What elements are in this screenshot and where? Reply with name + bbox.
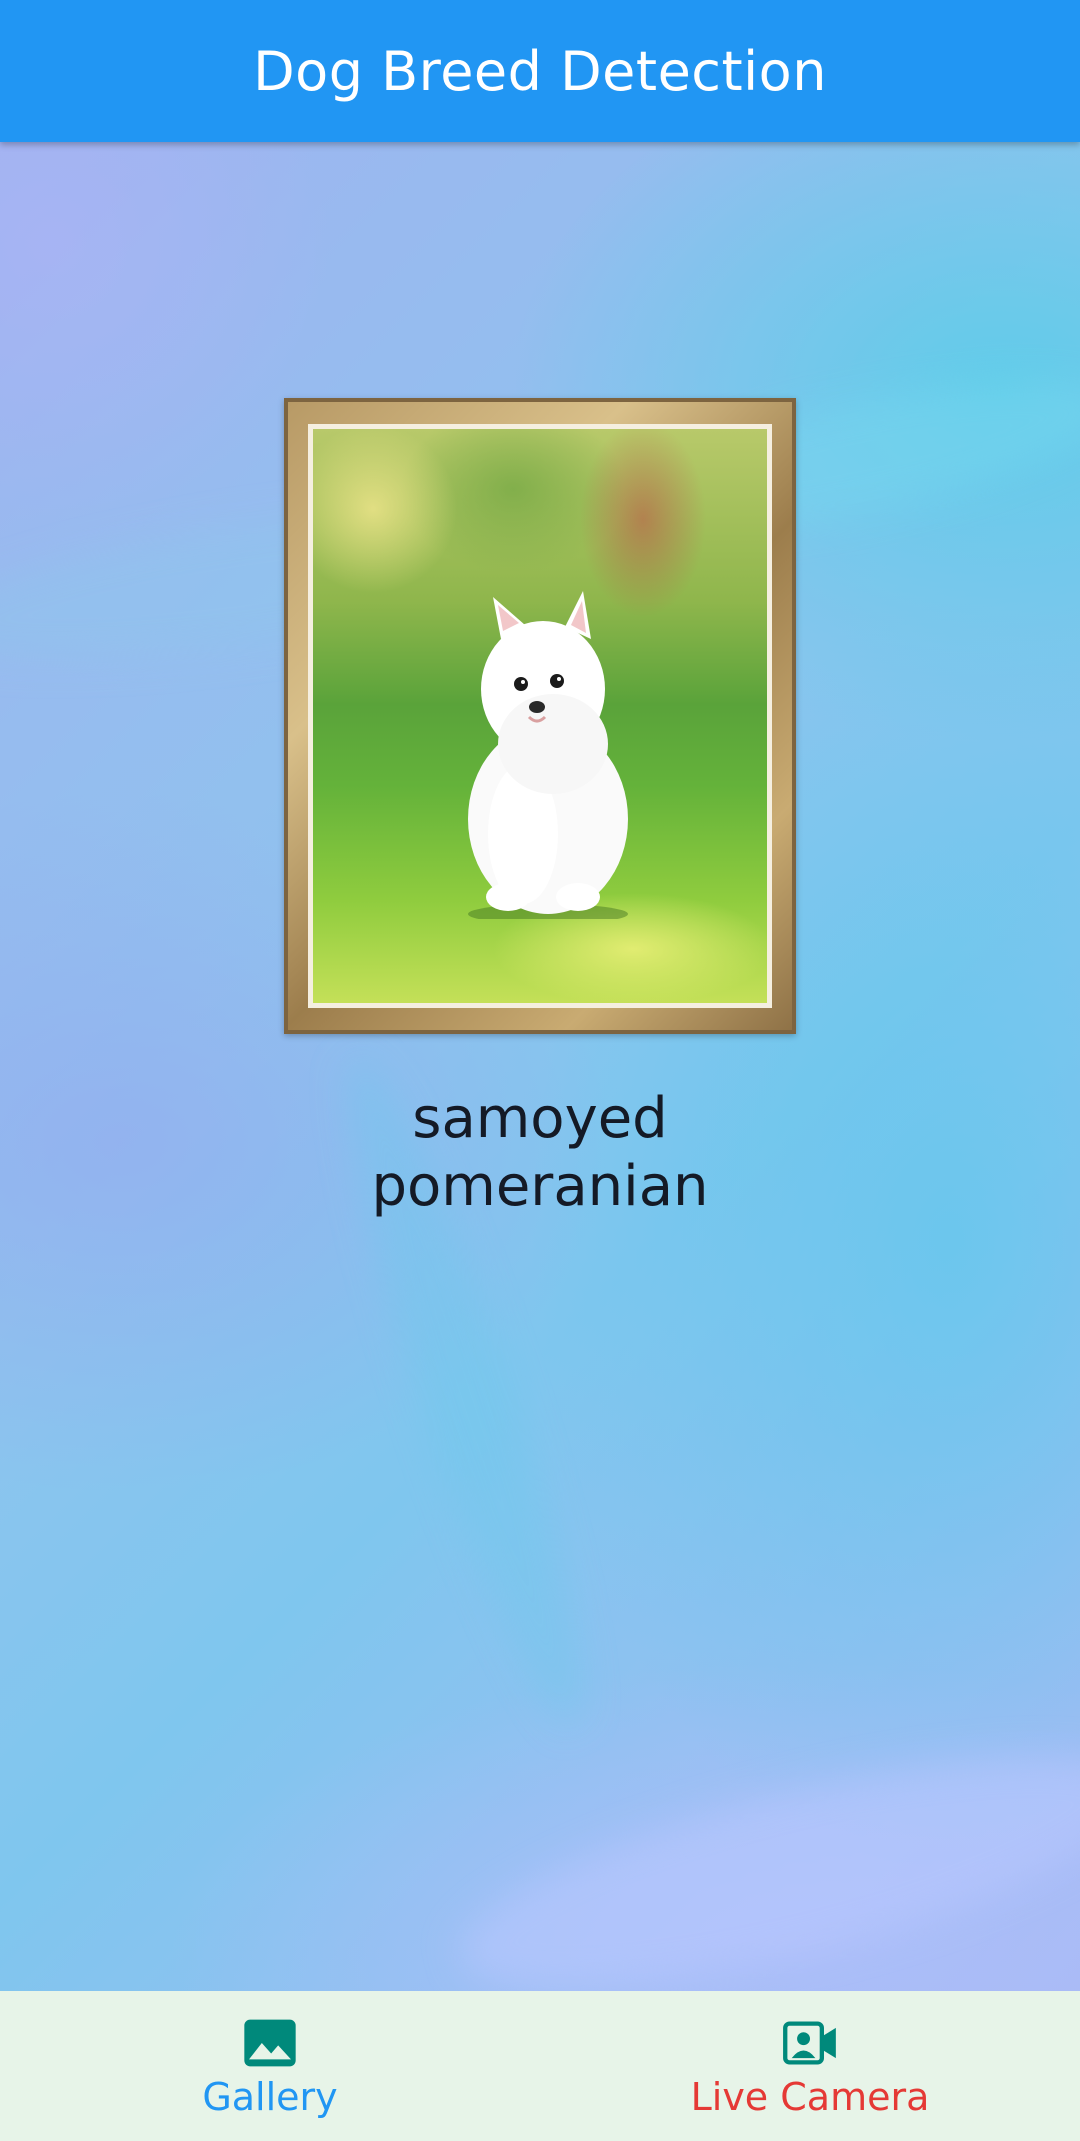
app-bar: Dog Breed Detection: [0, 0, 1080, 142]
bottom-navigation: Gallery Live Camera: [0, 1991, 1080, 2141]
prediction-line-2: pomeranian: [371, 1154, 709, 1219]
screen: Dog Breed Detection samoyed pomeranian G…: [0, 0, 1080, 2141]
gallery-label: Gallery: [202, 2075, 338, 2119]
live-camera-label: Live Camera: [690, 2075, 930, 2119]
picture-frame: [284, 398, 796, 1034]
prediction-line-1: samoyed: [412, 1086, 668, 1151]
image-icon: [244, 2019, 296, 2067]
dog-photo: [313, 429, 767, 1003]
live-camera-button[interactable]: Live Camera: [540, 1991, 1080, 2141]
prediction-result: samoyed pomeranian: [0, 1085, 1080, 1221]
puppy-illustration: [468, 591, 628, 919]
app-title: Dog Breed Detection: [253, 39, 827, 103]
frame-inner-border: [308, 424, 772, 1008]
video-camera-account-icon: [783, 2021, 836, 2065]
gallery-button[interactable]: Gallery: [0, 1991, 540, 2141]
